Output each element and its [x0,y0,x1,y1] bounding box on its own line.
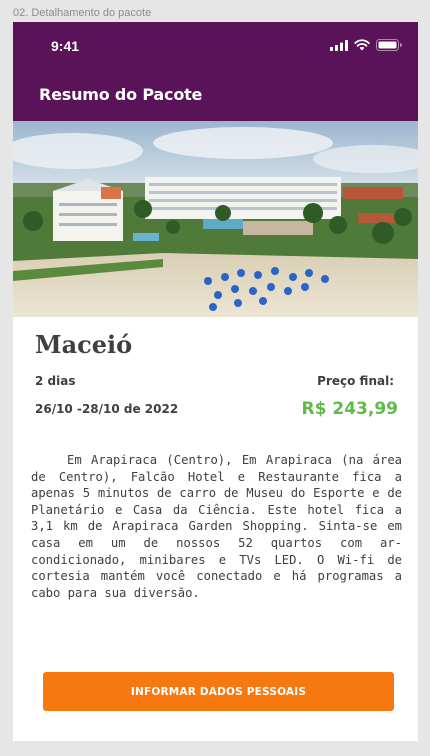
price-value: R$ 243,99 [301,399,398,419]
package-dates: 26/10 -28/10 de 2022 [35,402,179,416]
frame-label: 02. Detalhamento do pacote [13,7,152,19]
status-time: 9:41 [51,38,80,54]
personal-data-button[interactable]: INFORMAR DADOS PESSOAIS [43,672,394,711]
app-header: Resumo do Pacote [13,69,418,121]
phone-screen: 9:41 Resumo do Pacote Maceió 2 dias 26/1… [13,22,418,741]
price-label: Preço final: [317,374,394,388]
package-description: Em Arapiraca (Centro), Em Arapiraca (na … [31,453,402,600]
destination-title: Maceió [35,330,133,359]
battery-icon [376,39,402,51]
wifi-icon [354,39,370,51]
status-icons [330,39,402,51]
hotel-photo [13,121,418,317]
package-duration: 2 dias [35,374,76,388]
signal-icon [330,39,348,51]
status-bar: 9:41 [13,22,418,69]
page-title: Resumo do Pacote [39,85,203,104]
